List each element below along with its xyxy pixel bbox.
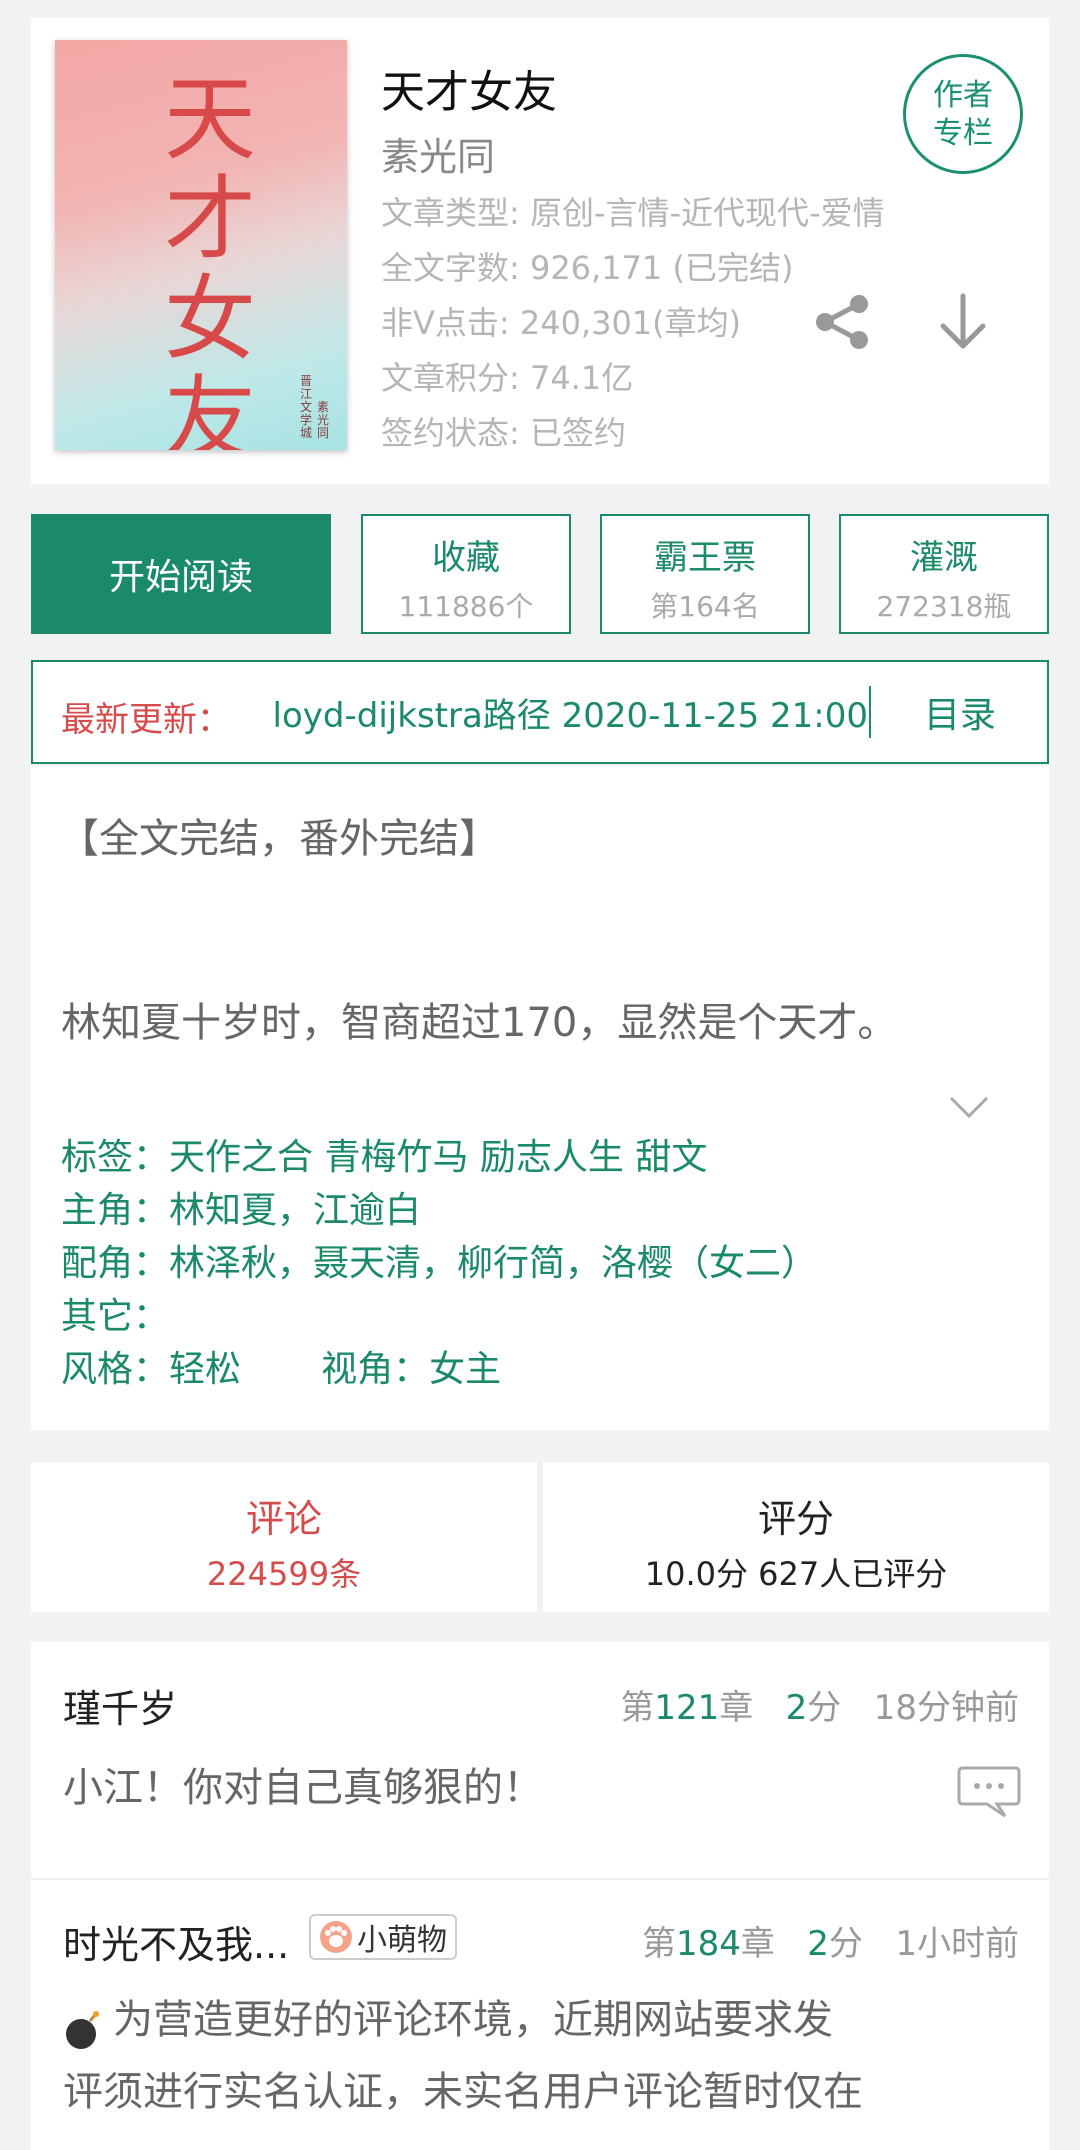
book-header-card: 天才女友 晋江文学城 素光同 天才女友 素光同 文章类型: 原创-言情-近代现代… [31,18,1049,484]
favorite-count: 111886个 [398,590,534,623]
reply-icon[interactable] [957,1764,1021,1818]
meta-contract: 签约状态: 已签约 [381,414,626,452]
meta-word-count: 全文字数: 926,171 (已完结) [381,249,794,287]
intro-summary: 林知夏十岁时，智商超过170，显然是个天才。 [61,1000,898,1046]
latest-update-bar[interactable]: 最新更新： Floyd-dijkstra路径 2020-11-25 21:00 … [31,660,1049,764]
comment-score: 2 [807,1924,829,1964]
comment-score: 2 [785,1688,808,1728]
irrigate-count: 272318瓶 [876,590,1012,623]
tab-comments[interactable]: 评论 224599条 [31,1462,537,1612]
author-column-label-1: 作者 [933,78,993,113]
comment-chapter: 121 [654,1688,720,1728]
book-title: 天才女友 [381,67,557,118]
comment-chapter-prefix: 第 [620,1688,655,1728]
favorite-label: 收藏 [432,538,500,578]
comment-body: 小江！你对自己真够狠的！ [63,1765,543,1811]
user-badge: 小萌物 [309,1914,457,1960]
latest-update-marquee[interactable]: Floyd-dijkstra路径 2020-11-25 21:00 [273,688,881,734]
irrigate-button[interactable]: 灌溉 272318瓶 [839,514,1049,634]
author-column-label-2: 专栏 [933,116,993,151]
others-line: 其它： [61,1296,170,1337]
comment-username[interactable]: 瑾千岁 [63,1678,177,1733]
paw-icon [320,1921,352,1953]
comment-body: 为营造更好的评论环境，近期网站要求发 评须进行实名认证，未实名用户评论暂时仅在 [63,1984,863,2128]
list-item[interactable]: 时光不及我... 小萌物 第184章 2分 1小时前 为营造更好的评论环境，近期… [31,1882,1049,2150]
protagonists-line: 主角：林知夏，江逾白 [61,1190,422,1231]
bomb-icon [63,2002,103,2049]
user-badge-label: 小萌物 [357,1923,447,1958]
tab-rating[interactable]: 评分 10.0分 627人已评分 [543,1462,1049,1612]
style-view-line: 风格：轻松 视角：女主 [61,1349,502,1390]
meta-clicks: 非Ⅴ点击: 240,301(章均) [381,304,742,342]
supporting-line: 配角：林泽秋，聂天清，柳行简，洛樱（女二） [61,1243,818,1284]
start-reading-button[interactable]: 开始阅读 [31,514,331,634]
intro-status: 【全文完结，番外完结】 [59,816,499,862]
latest-update-label: 最新更新： [61,700,231,740]
comment-body-line-1: 为营造更好的评论环境，近期网站要求发 [113,1997,833,2043]
cover-publisher: 晋江文学城 [300,374,313,440]
chevron-down-icon[interactable] [947,1092,991,1122]
table-of-contents-button[interactable]: 目录 [871,662,1049,762]
comment-score-suffix: 分 [828,1924,863,1964]
comment-chapter-suffix: 章 [719,1688,754,1728]
cover-author: 素光同 [317,400,330,440]
tab-rating-label: 评分 [757,1497,834,1541]
comment-body-line-2: 评须进行实名认证，未实名用户评论暂时仅在 [63,2069,863,2115]
share-icon[interactable] [811,290,875,354]
comment-chapter-suffix: 章 [740,1924,775,1964]
meta-genre: 文章类型: 原创-言情-近代现代-爱情 [381,194,885,232]
book-cover[interactable]: 天才女友 晋江文学城 素光同 [55,40,347,450]
comment-time: 18分钟前 [873,1688,1019,1728]
comment-meta: 第121章 2分 18分钟前 [620,1680,1019,1729]
comment-chapter-prefix: 第 [641,1924,676,1964]
irrigate-label: 灌溉 [910,538,978,578]
tab-comments-label: 评论 [245,1497,322,1541]
author-column-button[interactable]: 作者 专栏 [903,54,1023,174]
cover-title: 天才女友 [163,66,256,451]
meta-score: 文章积分: 74.1亿 [381,359,634,397]
bawang-ticket-rank: 第164名 [650,590,760,623]
book-author[interactable]: 素光同 [381,126,495,181]
comment-score-suffix: 分 [807,1688,842,1728]
favorite-button[interactable]: 收藏 111886个 [361,514,571,634]
comment-meta: 第184章 2分 1小时前 [642,1916,1019,1965]
comment-username[interactable]: 时光不及我... [63,1914,289,1969]
download-icon[interactable] [935,290,991,354]
bawang-ticket-button[interactable]: 霸王票 第164名 [600,514,810,634]
comments-list: 瑾千岁 第121章 2分 18分钟前 小江！你对自己真够狠的！ 时光不及我...… [31,1642,1049,2150]
list-item[interactable]: 瑾千岁 第121章 2分 18分钟前 小江！你对自己真够狠的！ [31,1642,1049,1880]
tab-comments-count: 224599条 [206,1555,362,1593]
bawang-ticket-label: 霸王票 [654,538,756,578]
intro-card: 【全文完结，番外完结】 林知夏十岁时，智商超过170，显然是个天才。 标签：天作… [31,766,1049,1430]
tags-line[interactable]: 标签：天作之合 青梅竹马 励志人生 甜文 [61,1128,707,1180]
comment-chapter: 184 [675,1924,741,1964]
tab-rating-value: 10.0分 627人已评分 [644,1555,948,1593]
latest-update-text: Floyd-dijkstra路径 2020-11-25 21:00 [273,696,868,734]
comment-time: 1小时前 [895,1924,1019,1964]
comment-rating-tabs: 评论 224599条 评分 10.0分 627人已评分 [31,1462,1049,1612]
